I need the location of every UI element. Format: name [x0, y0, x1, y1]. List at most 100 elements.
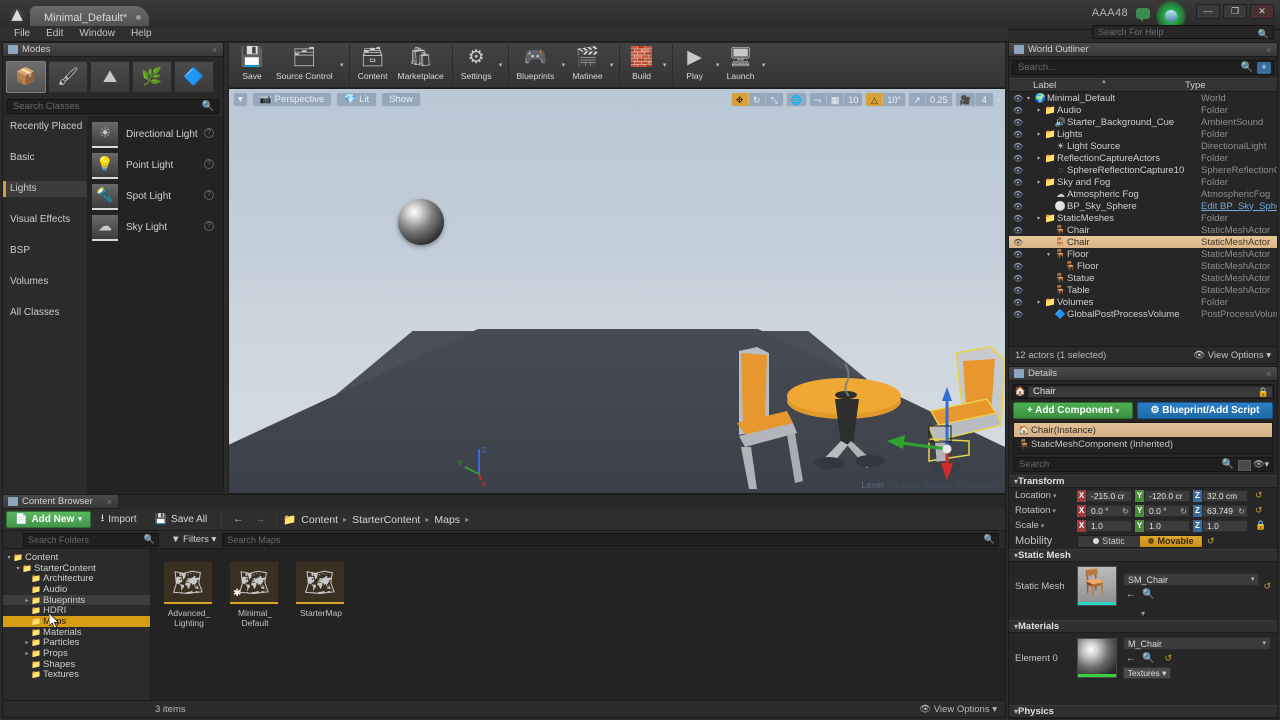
expand-arrow-icon[interactable]: ▾: [1037, 215, 1044, 222]
material-combo[interactable]: M_Chair ▾: [1123, 637, 1271, 650]
placement-category-basic[interactable]: Basic: [3, 150, 87, 166]
rotation-z-value[interactable]: 63.749 ↻: [1202, 504, 1248, 517]
angle-snap-value[interactable]: 10°: [883, 93, 905, 106]
asset-thumbnail[interactable]: 🗺: [295, 561, 345, 605]
static-mesh-reset-icon[interactable]: ↺: [1263, 581, 1271, 592]
expand-arrow-icon[interactable]: ▸: [23, 650, 31, 657]
toolbar-matinee-button[interactable]: 🎬 Matinee: [567, 43, 607, 87]
outliner-search-field[interactable]: 🔍 +: [1012, 60, 1274, 75]
section-static-mesh[interactable]: Static Mesh: [1009, 549, 1277, 562]
location-label[interactable]: Location: [1015, 490, 1077, 501]
toolbar-settings-button[interactable]: ⚙ Settings: [456, 43, 497, 87]
section-transform[interactable]: Transform: [1009, 475, 1277, 488]
blueprint-add-script-button[interactable]: ⚙ Blueprint/Add Script: [1137, 402, 1273, 419]
visibility-eye-icon[interactable]: 👁: [1009, 262, 1027, 271]
folder-tree-item-audio[interactable]: 📁 Audio: [3, 584, 150, 595]
outliner-row[interactable]: 👁 ▾ 📁 Lights Folder: [1009, 128, 1277, 140]
landscape-mode[interactable]: ⛰: [90, 61, 130, 93]
breadcrumb-content[interactable]: Content: [301, 514, 338, 526]
component-row[interactable]: 🪑 StaticMeshComponent (Inherited): [1014, 437, 1272, 451]
section-physics[interactable]: Physics: [1009, 705, 1277, 718]
location-reset-icon[interactable]: ↺: [1255, 490, 1263, 501]
outliner-row[interactable]: 👁 ☀ Light Source DirectionalLight: [1009, 140, 1277, 152]
import-button[interactable]: ⭳ Import: [93, 511, 145, 528]
visibility-eye-icon[interactable]: 👁: [1009, 226, 1027, 235]
project-tab-close-dot[interactable]: [136, 15, 142, 20]
angle-snap-toggle[interactable]: △: [866, 93, 884, 106]
visibility-eye-icon[interactable]: 👁: [1009, 142, 1027, 151]
placement-category-recently-placed[interactable]: Recently Placed: [3, 119, 87, 135]
find-in-content-browser-icon[interactable]: 🔍: [1142, 589, 1154, 600]
location-y-value[interactable]: -120.0 cr: [1144, 489, 1190, 502]
outliner-row[interactable]: 👁 ▾ 📁 ReflectionCaptureActors Folder: [1009, 152, 1277, 164]
mobility-movable-button[interactable]: Movable: [1140, 535, 1202, 547]
breadcrumb-maps[interactable]: Maps: [434, 514, 460, 526]
material-thumbnail[interactable]: [1077, 638, 1117, 678]
static-mesh-thumbnail[interactable]: 🪑: [1077, 566, 1117, 606]
scale-y-value[interactable]: 1.0: [1144, 519, 1190, 532]
level-viewport[interactable]: Z Y X ▾ 📷 Perspective 💎 Lit Show ✥ ↻ ⤡ 🌐…: [228, 88, 1006, 494]
expand-arrow-icon[interactable]: ▾: [1037, 179, 1044, 186]
visibility-eye-icon[interactable]: 👁: [1009, 118, 1027, 127]
chat-icon[interactable]: [1136, 8, 1150, 22]
browse-to-asset-icon[interactable]: ←: [1126, 589, 1136, 600]
folder-search-field[interactable]: 🔍: [23, 532, 159, 547]
toolbar-blueprints-button[interactable]: 🎮 Blueprints: [512, 43, 560, 87]
breadcrumb-startercontent[interactable]: StarterContent: [352, 514, 420, 526]
modes-tab-close-icon[interactable]: ×: [212, 45, 217, 55]
menu-item-edit[interactable]: Edit: [38, 26, 71, 41]
nav-back-button[interactable]: ←: [228, 511, 248, 528]
outliner-view-options[interactable]: 👁 View Options ▾: [1193, 350, 1277, 361]
visibility-eye-icon[interactable]: 👁: [1009, 106, 1027, 115]
lock-details-icon[interactable]: 🔒: [1258, 387, 1269, 398]
folder-tree-item-startercontent[interactable]: ▾ 📁 StarterContent: [3, 563, 150, 574]
save-all-button[interactable]: 💾 Save All: [147, 511, 216, 528]
close-button[interactable]: ✕: [1250, 4, 1274, 19]
asset-card[interactable]: 🗺 StarterMap: [295, 561, 347, 713]
toolbar-launch-button[interactable]: 🖥 Launch: [722, 43, 760, 87]
expand-arrow-icon[interactable]: ▸: [23, 639, 31, 646]
details-view-options-icon[interactable]: 👁▾: [1253, 459, 1269, 470]
visibility-eye-icon[interactable]: 👁: [1009, 190, 1027, 199]
placeable-directional-light[interactable]: ☀ Directional Light?: [87, 119, 223, 150]
rotation-x-value[interactable]: 0.0 ° ↻: [1086, 504, 1132, 517]
expand-arrow-icon[interactable]: ▸: [23, 597, 31, 604]
scale-snap-value[interactable]: 0.25: [926, 93, 952, 106]
visibility-eye-icon[interactable]: 👁: [1009, 286, 1027, 295]
camera-speed-value[interactable]: 4: [976, 93, 993, 106]
asset-card[interactable]: 🗺 Advanced_ Lighting: [163, 561, 215, 713]
breadcrumb-separator[interactable]: ▸: [425, 515, 429, 524]
surface-snap-toggle[interactable]: ⤳: [810, 93, 827, 106]
expand-static-mesh-icon[interactable]: ▾: [1009, 610, 1277, 620]
breadcrumb-separator[interactable]: ▸: [343, 515, 347, 524]
outliner-row[interactable]: 👁 🔊 Starter_Background_Cue AmbientSound: [1009, 116, 1277, 128]
minimize-button[interactable]: —: [1196, 4, 1220, 19]
outliner-row[interactable]: 👁 🪑 Table StaticMeshActor: [1009, 284, 1277, 296]
textures-button[interactable]: Textures ▾: [1123, 667, 1171, 679]
search-classes-input[interactable]: [8, 100, 218, 113]
column-type[interactable]: Type: [1185, 80, 1277, 91]
add-component-button[interactable]: + Add Component ▾: [1013, 402, 1133, 419]
location-z-value[interactable]: 32.0 cm: [1202, 489, 1248, 502]
asset-search-field[interactable]: 🔍: [222, 532, 999, 547]
mobility-reset-icon[interactable]: ↺: [1207, 536, 1215, 547]
static-mesh-combo[interactable]: SM_Chair ▾: [1123, 572, 1260, 586]
toolbar-save-button[interactable]: 💾 Save: [233, 43, 271, 87]
toolbar-build-button[interactable]: 🧱 Build: [623, 43, 661, 87]
visibility-eye-icon[interactable]: 👁: [1009, 154, 1027, 163]
scale-label[interactable]: Scale: [1015, 520, 1077, 531]
add-new-button[interactable]: 📄 Add New ▾: [6, 511, 91, 528]
asset-search-input[interactable]: [223, 533, 998, 546]
folder-search-input[interactable]: [24, 533, 158, 546]
visibility-eye-icon[interactable]: 👁: [1009, 250, 1027, 259]
translate-tool[interactable]: ✥: [731, 93, 749, 106]
outliner-row[interactable]: 👁 🪑 Statue StaticMeshActor: [1009, 272, 1277, 284]
details-search-field[interactable]: 🔍 👁▾: [1013, 457, 1273, 472]
outliner-row[interactable]: 👁 🪑 Floor StaticMeshActor: [1009, 260, 1277, 272]
outliner-row[interactable]: 👁 ◌ SphereReflectionCapture10 SphereReflect…: [1009, 164, 1277, 176]
outliner-row[interactable]: 👁 ▾ 📁 Audio Folder: [1009, 104, 1277, 116]
expand-arrow-icon[interactable]: ▾: [1037, 107, 1044, 114]
add-actor-icon[interactable]: +: [1257, 62, 1271, 74]
rotate-tool[interactable]: ↻: [749, 93, 766, 106]
camera-icon[interactable]: 🎥: [956, 93, 976, 106]
